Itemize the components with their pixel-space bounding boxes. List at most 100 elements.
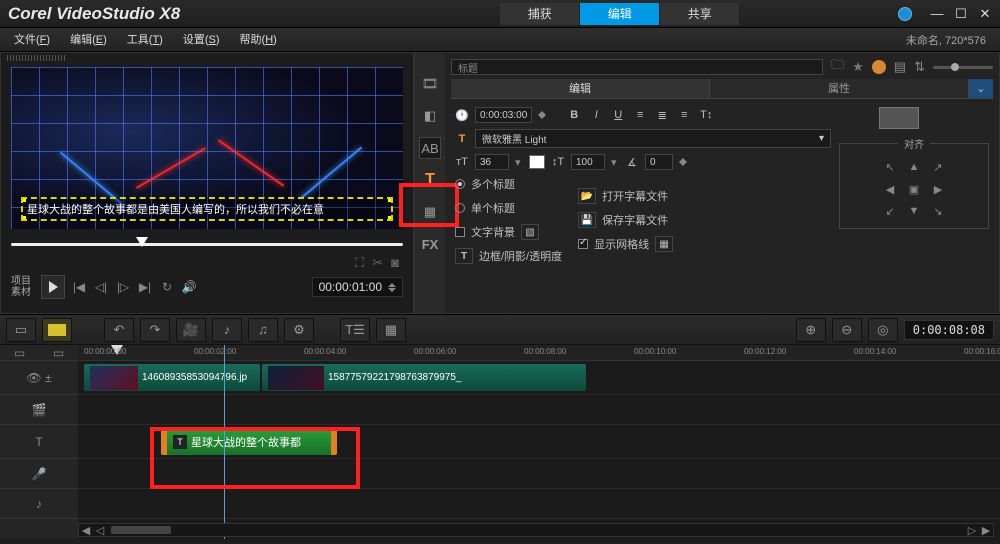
expand-icon[interactable]: ⛶ [355, 255, 364, 271]
underline-button[interactable]: U [610, 107, 626, 123]
preview-canvas[interactable]: 星球大战的整个故事都是由美国人编写的，所以我们不必在意 [11, 67, 403, 229]
redo-button[interactable]: ↷ [140, 318, 170, 342]
minimize-button[interactable]: — [930, 7, 944, 21]
mode-toggle[interactable]: 项目 素材 [11, 276, 31, 298]
menu-file[interactable]: 文件(F) [4, 28, 60, 52]
menu-edit[interactable]: 编辑(E) [60, 28, 117, 52]
timeline-timecode[interactable]: 0:00:08:08 [904, 320, 994, 340]
list-view-icon[interactable]: ▤ [894, 59, 906, 75]
undo-button[interactable]: ↶ [104, 318, 134, 342]
video-track-header[interactable]: 👁 ± [0, 361, 78, 395]
loop-button[interactable]: ↻ [159, 279, 175, 295]
duration-field[interactable]: 0:00:03:00 [475, 107, 532, 123]
scrollbar-thumb[interactable] [111, 526, 171, 534]
subtab-attr[interactable]: 属性 [710, 79, 969, 98]
italic-button[interactable]: I [588, 107, 604, 123]
fx-tab-icon[interactable]: FX [419, 233, 441, 255]
font-size-field[interactable]: 36 [475, 154, 509, 170]
scroll-left-button[interactable]: ◀ [79, 524, 93, 537]
close-button[interactable]: ✕ [978, 7, 992, 21]
track-head-a[interactable]: ▭ [0, 346, 39, 360]
align-tl[interactable]: ↖ [880, 158, 900, 176]
cut-icon[interactable]: ✂ [372, 255, 383, 271]
title-track-header[interactable]: T [0, 425, 78, 459]
step-fwd-button[interactable]: |▷ [115, 279, 131, 295]
voice-track[interactable] [78, 459, 1000, 489]
auto-music-button[interactable]: ♫ [248, 318, 278, 342]
scrub-track[interactable] [11, 243, 403, 246]
playhead[interactable] [224, 345, 225, 539]
check-text-bg[interactable]: 文字背景▧ [455, 224, 562, 240]
preset-swatch[interactable] [879, 107, 919, 129]
add-folder-icon[interactable]: 🗀 [831, 56, 844, 78]
scroll-right-button-2[interactable]: ▷ [965, 524, 979, 537]
radio-multi-title[interactable]: 多个标题 [455, 176, 562, 192]
library-dropdown[interactable]: 标题 [451, 59, 823, 75]
menu-tools[interactable]: 工具(T) [117, 28, 173, 52]
align-bl[interactable]: ↙ [880, 202, 900, 220]
line-height-field[interactable]: 100 [571, 154, 605, 170]
title-tab-icon[interactable]: AB [419, 137, 441, 159]
align-tc[interactable]: ▲ [904, 158, 924, 176]
mode-share[interactable]: 共享 [660, 3, 740, 25]
subtitle-overlay[interactable]: 星球大战的整个故事都是由美国人编写的，所以我们不必在意 [21, 197, 393, 221]
subtitle-editor-button[interactable]: T☰ [340, 318, 370, 342]
text-bg-settings-button[interactable]: ▧ [521, 224, 539, 240]
video-track[interactable]: 14608935853094796.jp 1587757922179876387… [78, 361, 1000, 395]
mode-capture[interactable]: 捕获 [500, 3, 580, 25]
radio-single-title[interactable]: 单个标题 [455, 200, 562, 216]
border-shadow-button[interactable]: T [455, 248, 473, 264]
timeline-view-button[interactable] [42, 318, 72, 342]
open-subtitle-button[interactable]: 📂 [578, 188, 596, 204]
record-button[interactable]: 🎥 [176, 318, 206, 342]
audio-mix-button[interactable]: ♪ [212, 318, 242, 342]
next-clip-button[interactable]: ▶| [137, 279, 153, 295]
zoom-in-button[interactable]: ⊕ [796, 318, 826, 342]
font-color-swatch[interactable] [529, 155, 545, 169]
preview-timecode[interactable]: 00:00:01:00 [312, 277, 403, 297]
music-track[interactable] [78, 489, 1000, 519]
rotation-field[interactable]: 0 [645, 154, 673, 170]
multi-cam-button[interactable]: ▦ [376, 318, 406, 342]
prev-clip-button[interactable]: |◀ [71, 279, 87, 295]
sort-icon[interactable]: ⇅ [914, 59, 925, 75]
align-right-button[interactable]: ≡ [676, 107, 692, 123]
step-back-button[interactable]: ◁| [93, 279, 109, 295]
storyboard-view-button[interactable]: ▭ [6, 318, 36, 342]
align-center-button[interactable]: ≣ [654, 107, 670, 123]
timeline-ruler[interactable]: 00:00:00:00 00:00:02:00 00:00:04:00 00:0… [78, 345, 1000, 361]
title-clip[interactable]: T星球大战的整个故事都 [161, 428, 337, 455]
align-ml[interactable]: ◀ [880, 180, 900, 198]
zoom-out-button[interactable]: ⊖ [832, 318, 862, 342]
subtab-edit[interactable]: 编辑 [451, 79, 710, 98]
overlay-track-header[interactable]: 🎬 [0, 395, 78, 425]
align-br[interactable]: ↘ [928, 202, 948, 220]
overlay-track[interactable] [78, 395, 1000, 425]
favorite-icon[interactable]: ★ [852, 59, 864, 75]
volume-button[interactable]: 🔊 [181, 279, 197, 295]
face-icon[interactable] [872, 60, 886, 74]
bold-button[interactable]: B [566, 107, 582, 123]
scroll-left-button-2[interactable]: ◁ [93, 524, 107, 537]
motion-button[interactable]: ⚙ [284, 318, 314, 342]
menu-help[interactable]: 帮助(H) [230, 28, 287, 52]
scroll-right-button[interactable]: ▶ [979, 524, 993, 537]
title-track[interactable]: T星球大战的整个故事都 [78, 425, 1000, 459]
track-head-b[interactable]: ▭ [39, 346, 78, 360]
play-button[interactable] [41, 275, 65, 299]
fit-button[interactable]: ◎ [868, 318, 898, 342]
font-dropdown[interactable]: 微软雅黑 Light▾ [475, 129, 831, 148]
collapse-panel-button[interactable]: ⌄ [969, 79, 993, 98]
align-mr[interactable]: ▶ [928, 180, 948, 198]
music-track-header[interactable]: ♪ [0, 489, 78, 519]
voice-track-header[interactable]: 🎤 [0, 459, 78, 489]
align-left-button[interactable]: ≡ [632, 107, 648, 123]
mode-edit[interactable]: 编辑 [580, 3, 660, 25]
media-tab-icon[interactable]: 🎞 [419, 73, 441, 95]
maximize-button[interactable]: ☐ [954, 7, 968, 21]
align-mc[interactable]: ▣ [904, 180, 924, 198]
menu-settings[interactable]: 设置(S) [173, 28, 230, 52]
snapshot-icon[interactable]: ◙ [391, 255, 399, 271]
align-bc[interactable]: ▼ [904, 202, 924, 220]
grid-settings-button[interactable]: ▦ [655, 236, 673, 252]
